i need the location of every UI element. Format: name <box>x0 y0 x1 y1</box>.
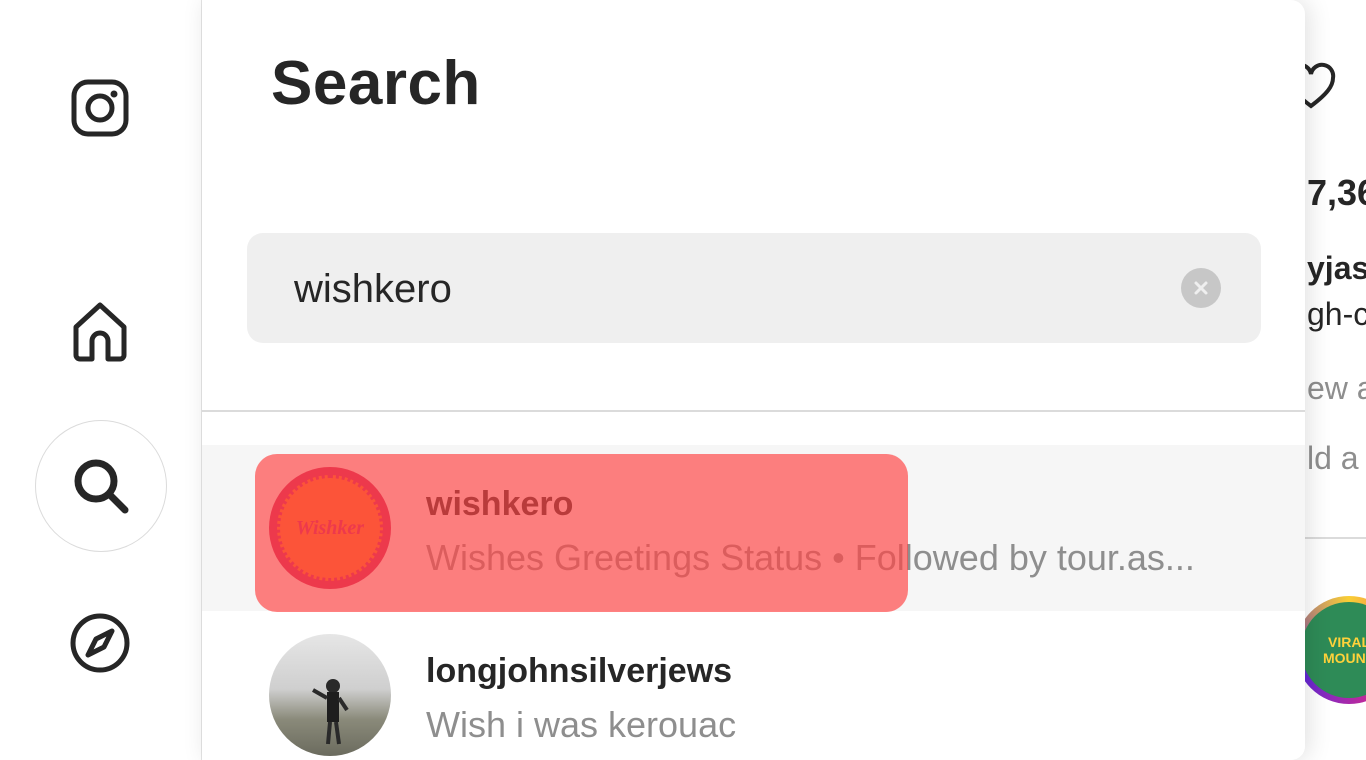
result-subtitle: Wish i was kerouac <box>426 704 737 745</box>
background-feed: 7,36 yjas gh-c ew a ld a VIRAL MOUNS <box>1305 0 1366 760</box>
heart-icon <box>1305 62 1336 109</box>
add-comment[interactable]: ld a <box>1307 440 1359 477</box>
result-username: wishkero <box>426 485 574 523</box>
search-panel: Search Wishker wishkero Wishes Greetings… <box>202 0 1305 760</box>
search-result-item[interactable]: Wishker wishkero Wishes Greetings Status… <box>202 445 1305 611</box>
close-icon <box>1194 281 1208 295</box>
search-input[interactable] <box>292 233 1176 345</box>
search-icon <box>74 459 129 514</box>
divider <box>202 410 1305 412</box>
likes-count: 7,36 <box>1307 172 1366 213</box>
home-button[interactable] <box>35 266 165 396</box>
view-all-comments[interactable]: ew a <box>1307 370 1366 407</box>
sidebar-nav <box>0 0 202 760</box>
story-avatar[interactable]: VIRAL MOUNS <box>1305 596 1366 704</box>
explore-compass-icon <box>70 613 130 673</box>
panel-title: Search <box>271 49 481 118</box>
result-subtitle: Wishes Greetings Status • Followed by to… <box>426 537 1195 578</box>
result-username: longjohnsilverjews <box>426 652 733 690</box>
caption-username: yjas <box>1307 250 1366 286</box>
caption-text: gh-c <box>1307 296 1366 332</box>
feed-divider <box>1305 537 1366 539</box>
avatar-logo-text: Wishker <box>295 516 365 539</box>
story-avatar-text: VIRAL MOUNS <box>1305 602 1366 698</box>
explore-button[interactable] <box>35 578 165 708</box>
avatar <box>269 634 391 756</box>
search-result-item[interactable]: longjohnsilverjews Wish i was kerouac <box>202 612 1305 760</box>
instagram-logo-icon <box>71 79 129 137</box>
instagram-logo-button[interactable] <box>35 43 165 173</box>
search-nav-button[interactable] <box>35 420 167 552</box>
home-icon <box>73 302 127 362</box>
person-photo <box>312 679 349 745</box>
search-box <box>247 233 1261 345</box>
avatar: Wishker <box>269 467 391 589</box>
clear-search-button[interactable] <box>1181 268 1221 308</box>
